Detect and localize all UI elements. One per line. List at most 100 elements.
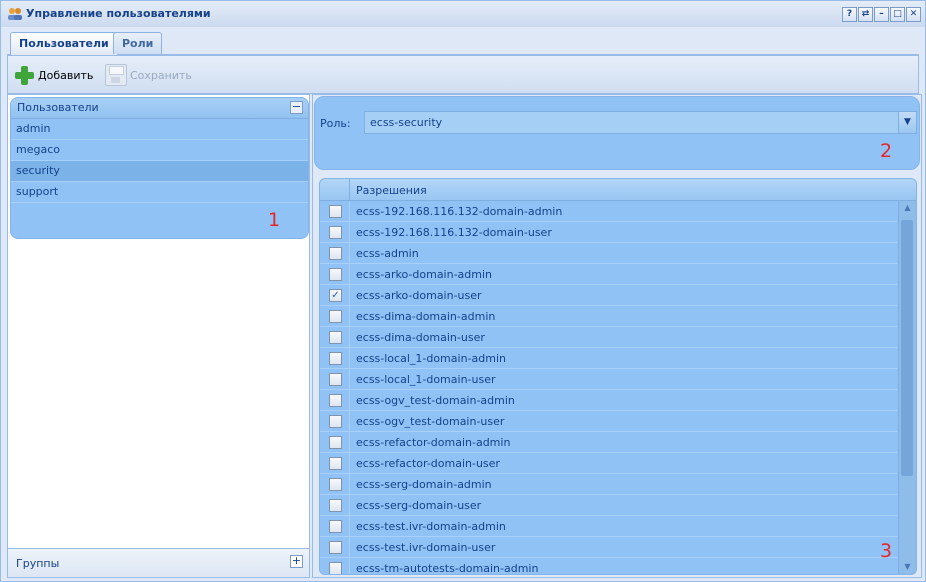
permission-name: ecss-refactor-domain-user bbox=[356, 457, 500, 470]
permission-name: ecss-ogv_test-domain-admin bbox=[356, 394, 515, 407]
window-titlebar[interactable]: Управление пользователями ? ⇄ – □ ✕ bbox=[1, 1, 925, 27]
minimize-button[interactable]: – bbox=[874, 7, 889, 22]
permission-checkbox-cell bbox=[320, 264, 350, 284]
permission-name: ecss-dima-domain-admin bbox=[356, 310, 496, 323]
permission-row[interactable]: ecss-serg-domain-user bbox=[320, 495, 897, 516]
tab-roles[interactable]: Роли bbox=[113, 32, 163, 54]
permission-checkbox-cell bbox=[320, 390, 350, 410]
permissions-grid-body: ecss-192.168.116.132-domain-admin ecss-19… bbox=[320, 201, 897, 574]
permission-name: ecss-local_1-domain-admin bbox=[356, 352, 506, 365]
tab-users[interactable]: Пользователи bbox=[10, 32, 118, 55]
groups-panel-header[interactable]: Группы + bbox=[8, 548, 309, 577]
permission-checkbox-cell bbox=[320, 369, 350, 389]
chevron-down-icon[interactable]: ▼ bbox=[898, 112, 916, 133]
permission-checkbox[interactable] bbox=[329, 205, 342, 218]
close-button[interactable]: ✕ bbox=[906, 7, 921, 22]
permission-checkbox[interactable] bbox=[329, 373, 342, 386]
permission-name: ecss-serg-domain-user bbox=[356, 499, 482, 512]
toolbar: Добавить Сохранить bbox=[7, 55, 919, 94]
permission-checkbox-cell bbox=[320, 432, 350, 452]
permission-checkbox-cell bbox=[320, 453, 350, 473]
permission-checkbox[interactable] bbox=[329, 226, 342, 239]
permission-checkbox-cell bbox=[320, 327, 350, 347]
save-disk-icon bbox=[105, 64, 127, 86]
annotation-2: 2 bbox=[880, 140, 893, 162]
users-app-icon bbox=[8, 8, 22, 20]
permission-checkbox[interactable] bbox=[329, 415, 342, 428]
permission-checkbox[interactable]: ✓ bbox=[329, 289, 342, 302]
expand-icon[interactable]: + bbox=[290, 555, 303, 568]
checkbox-column-header[interactable] bbox=[320, 179, 350, 200]
permission-row[interactable]: ecss-192.168.116.132-domain-user bbox=[320, 222, 897, 243]
user-row-security[interactable]: security bbox=[11, 161, 308, 182]
permission-name: ecss-192.168.116.132-domain-admin bbox=[356, 205, 563, 218]
permission-row[interactable]: ecss-local_1-domain-user bbox=[320, 369, 897, 390]
permission-checkbox[interactable] bbox=[329, 268, 342, 281]
users-panel: Пользователи − admin megaco security sup… bbox=[10, 97, 309, 239]
permission-row[interactable]: ✓ ecss-arko-domain-user bbox=[320, 285, 897, 306]
user-row-admin[interactable]: admin bbox=[11, 119, 308, 140]
permissions-grid: Разрешения ecss-192.168.116.132-domain-a… bbox=[319, 178, 917, 575]
permission-row[interactable]: ecss-refactor-domain-user bbox=[320, 453, 897, 474]
permission-checkbox[interactable] bbox=[329, 436, 342, 449]
role-label: Роль: bbox=[320, 117, 351, 130]
permission-name: ecss-arko-domain-admin bbox=[356, 268, 493, 281]
user-row-megaco[interactable]: megaco bbox=[11, 140, 308, 161]
permission-checkbox-cell bbox=[320, 474, 350, 494]
add-button-label: Добавить bbox=[38, 68, 94, 82]
permission-row[interactable]: ecss-admin bbox=[320, 243, 897, 264]
scrollbar-thumb[interactable] bbox=[901, 220, 913, 476]
vertical-scrollbar[interactable]: ▲ ▼ bbox=[898, 201, 916, 574]
permission-row[interactable]: ecss-ogv_test-domain-admin bbox=[320, 390, 897, 411]
permission-row[interactable]: ecss-tm-autotests-domain-admin bbox=[320, 558, 897, 574]
permission-name: ecss-serg-domain-admin bbox=[356, 478, 492, 491]
user-management-window: Управление пользователями ? ⇄ – □ ✕ Поль… bbox=[0, 0, 926, 582]
permissions-column-header[interactable]: Разрешения bbox=[356, 184, 427, 197]
permission-checkbox[interactable] bbox=[329, 247, 342, 260]
permission-row[interactable]: ecss-test.ivr-domain-admin bbox=[320, 516, 897, 537]
user-row-support[interactable]: support bbox=[11, 182, 308, 203]
permission-row[interactable]: ecss-dima-domain-user bbox=[320, 327, 897, 348]
main-area: Пользователи − admin megaco security sup… bbox=[7, 94, 922, 578]
scroll-down-icon[interactable]: ▼ bbox=[899, 560, 916, 574]
permission-row[interactable]: ecss-refactor-domain-admin bbox=[320, 432, 897, 453]
scroll-up-icon[interactable]: ▲ bbox=[899, 201, 916, 215]
maximize-button[interactable]: □ bbox=[890, 7, 905, 22]
annotation-1: 1 bbox=[268, 209, 281, 231]
groups-label: Группы bbox=[16, 557, 60, 570]
add-button[interactable]: Добавить bbox=[13, 64, 93, 86]
permission-row[interactable]: ecss-local_1-domain-admin bbox=[320, 348, 897, 369]
permission-checkbox[interactable] bbox=[329, 352, 342, 365]
permission-row[interactable]: ecss-dima-domain-admin bbox=[320, 306, 897, 327]
help-button[interactable]: ? bbox=[842, 7, 857, 22]
refresh-button[interactable]: ⇄ bbox=[858, 7, 873, 22]
permission-checkbox[interactable] bbox=[329, 331, 342, 344]
permission-checkbox[interactable] bbox=[329, 478, 342, 491]
permission-checkbox[interactable] bbox=[329, 541, 342, 554]
permission-row[interactable]: ecss-192.168.116.132-domain-admin bbox=[320, 201, 897, 222]
permission-row[interactable]: ecss-ogv_test-domain-user bbox=[320, 411, 897, 432]
permission-checkbox[interactable] bbox=[329, 520, 342, 533]
role-combobox[interactable]: ecss-security ▼ bbox=[364, 111, 917, 134]
permission-checkbox-cell bbox=[320, 411, 350, 431]
permission-name: ecss-ogv_test-domain-user bbox=[356, 415, 505, 428]
save-button[interactable]: Сохранить bbox=[105, 64, 192, 86]
permission-name: ecss-dima-domain-user bbox=[356, 331, 485, 344]
permission-row[interactable]: ecss-serg-domain-admin bbox=[320, 474, 897, 495]
permission-name: ecss-local_1-domain-user bbox=[356, 373, 496, 386]
permission-checkbox-cell bbox=[320, 495, 350, 515]
permission-checkbox[interactable] bbox=[329, 457, 342, 470]
permission-checkbox-cell: ✓ bbox=[320, 285, 350, 305]
permission-checkbox[interactable] bbox=[329, 310, 342, 323]
users-panel-header[interactable]: Пользователи − bbox=[11, 98, 308, 119]
permission-checkbox[interactable] bbox=[329, 499, 342, 512]
permission-checkbox[interactable] bbox=[329, 562, 342, 574]
permission-name: ecss-192.168.116.132-domain-user bbox=[356, 226, 552, 239]
permission-checkbox[interactable] bbox=[329, 394, 342, 407]
add-plus-icon bbox=[13, 64, 35, 86]
collapse-icon[interactable]: − bbox=[290, 101, 303, 114]
permission-row[interactable]: ecss-arko-domain-admin bbox=[320, 264, 897, 285]
window-title: Управление пользователями bbox=[26, 7, 211, 20]
permission-checkbox-cell bbox=[320, 558, 350, 574]
permission-row[interactable]: ecss-test.ivr-domain-user bbox=[320, 537, 897, 558]
